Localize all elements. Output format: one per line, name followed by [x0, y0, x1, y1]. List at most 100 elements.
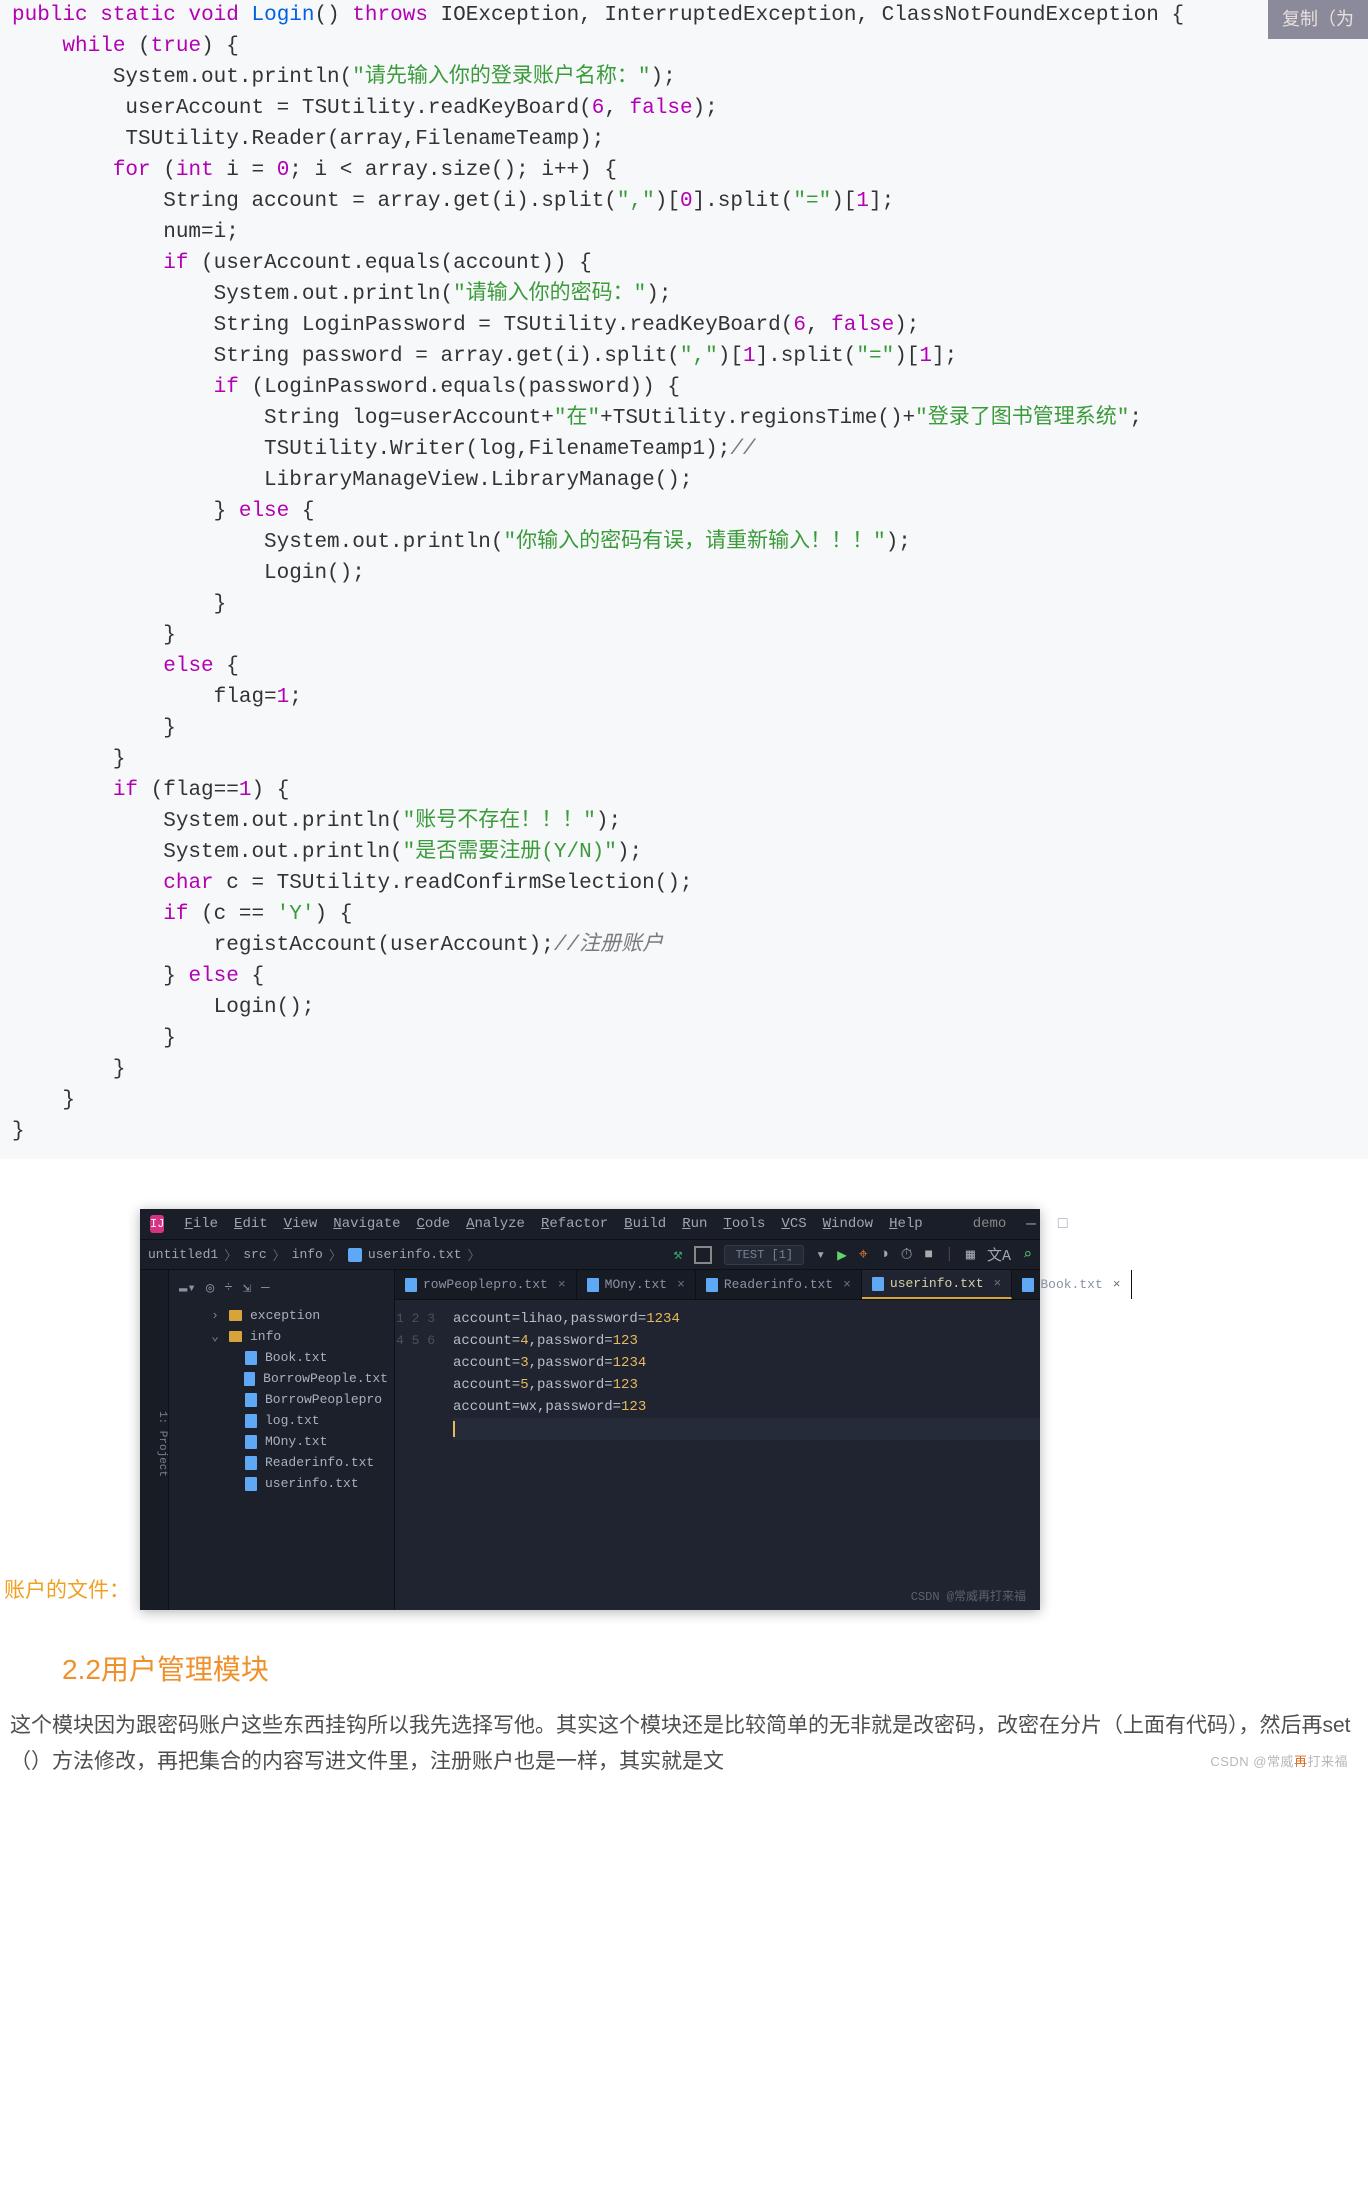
tree-collapse-icon[interactable]: ÷: [224, 1280, 232, 1297]
tree-file[interactable]: BorrowPeople.txt: [169, 1368, 394, 1389]
editor-tab[interactable]: rowPeoplepro.txt ×: [395, 1270, 577, 1299]
stop-icon[interactable]: ■: [925, 1247, 933, 1263]
editor-tab[interactable]: Book.txt ×: [1012, 1270, 1131, 1299]
tree-file[interactable]: userinfo.txt: [169, 1473, 394, 1494]
menu-vcs[interactable]: VCS: [781, 1216, 806, 1232]
project-rail[interactable]: 1: Project: [140, 1270, 169, 1610]
breadcrumb-seg[interactable]: userinfo.txt: [368, 1247, 462, 1262]
tree-label: BorrowPeople.txt: [263, 1371, 388, 1386]
breadcrumb-seg[interactable]: untitled1: [148, 1247, 218, 1262]
tree-file[interactable]: MOny.txt: [169, 1431, 394, 1452]
file-icon: [587, 1278, 599, 1292]
editor-tabs: rowPeoplepro.txt×MOny.txt×Readerinfo.txt…: [395, 1270, 1040, 1300]
menu-help[interactable]: Help: [889, 1216, 923, 1232]
run-config-chip[interactable]: TEST [1]: [724, 1245, 804, 1265]
tab-label: Book.txt: [1040, 1277, 1102, 1292]
ide-topbar: untitled1〉src〉info〉userinfo.txt〉 ⚒ TEST …: [140, 1239, 1040, 1270]
menu-analyze[interactable]: Analyze: [466, 1216, 525, 1232]
chevron-down-icon[interactable]: ▾: [816, 1245, 825, 1264]
debug-icon[interactable]: ⌖: [859, 1246, 868, 1264]
tab-label: MOny.txt: [605, 1277, 667, 1292]
section-heading: 2.2用户管理模块: [62, 1648, 1368, 1688]
tab-label: Readerinfo.txt: [724, 1277, 833, 1292]
file-icon: [245, 1477, 257, 1491]
chevron-icon: ⌄: [209, 1329, 221, 1344]
ide-titlebar: IJ File Edit View Navigate Code Analyze Refact…: [140, 1209, 1040, 1239]
copy-button[interactable]: 复制（为: [1268, 0, 1368, 39]
chevron-right-icon: 〉: [468, 1245, 481, 1264]
ide-caption: 账户的文件：: [0, 1574, 140, 1610]
search-icon[interactable]: ⌕: [1023, 1245, 1032, 1264]
minimize-icon[interactable]: —: [1026, 1215, 1036, 1233]
grid-icon[interactable]: ▦: [966, 1245, 975, 1264]
tree-file[interactable]: Readerinfo.txt: [169, 1452, 394, 1473]
folder-icon: [229, 1331, 242, 1342]
editor-tab[interactable]: Readerinfo.txt ×: [696, 1270, 862, 1299]
editor-tab[interactable]: userinfo.txt ×: [862, 1270, 1012, 1299]
tree-hide-icon[interactable]: —: [261, 1280, 269, 1297]
close-icon[interactable]: ×: [558, 1277, 566, 1292]
file-icon: [1022, 1278, 1034, 1292]
close-icon[interactable]: ×: [843, 1277, 851, 1292]
editor-tab[interactable]: MOny.txt ×: [577, 1270, 696, 1299]
run-icon[interactable]: ▶: [837, 1245, 847, 1265]
ide-menu: File Edit View Navigate Code Analyze Refactor B…: [184, 1216, 922, 1232]
tree-label: log.txt: [265, 1413, 320, 1428]
breadcrumb[interactable]: untitled1〉src〉info〉userinfo.txt〉: [148, 1245, 481, 1264]
close-icon[interactable]: ×: [994, 1276, 1002, 1291]
tree-file[interactable]: Book.txt: [169, 1347, 394, 1368]
project-tree: ▬▾ ◎ ÷ ⇲ — › exception ⌄ info Book.txt Borrow…: [169, 1270, 395, 1610]
menu-edit[interactable]: Edit: [234, 1216, 268, 1232]
chevron-right-icon: 〉: [329, 1245, 342, 1264]
breadcrumb-seg[interactable]: src: [243, 1247, 266, 1262]
ide-project-name: demo: [973, 1216, 1007, 1232]
tree-folder[interactable]: ⌄ info: [169, 1326, 394, 1347]
tree-file[interactable]: BorrowPeoplepro: [169, 1389, 394, 1410]
profiler-icon[interactable]: ⏱: [901, 1246, 913, 1264]
code-block: 复制（为public static void Login() throws IO…: [0, 0, 1368, 1159]
tree-folder-icon[interactable]: ▬▾: [179, 1280, 196, 1297]
menu-tools[interactable]: Tools: [723, 1216, 765, 1232]
tab-label: userinfo.txt: [890, 1276, 984, 1291]
maximize-icon[interactable]: □: [1058, 1215, 1068, 1233]
tree-folder[interactable]: › exception: [169, 1305, 394, 1326]
file-icon: [245, 1435, 257, 1449]
menu-refactor[interactable]: Refactor: [541, 1216, 608, 1232]
tree-label: exception: [250, 1308, 320, 1323]
ide-logo-icon: IJ: [150, 1215, 164, 1233]
config-icon[interactable]: [694, 1246, 712, 1264]
editor-gutter: 1 2 3 4 5 6: [395, 1300, 443, 1610]
file-icon: [706, 1278, 718, 1292]
menu-navigate[interactable]: Navigate: [333, 1216, 400, 1232]
tree-label: info: [250, 1329, 281, 1344]
menu-code[interactable]: Code: [417, 1216, 451, 1232]
menu-build[interactable]: Build: [624, 1216, 666, 1232]
build-icon[interactable]: ⚒: [673, 1245, 682, 1264]
breadcrumb-seg[interactable]: info: [292, 1247, 323, 1262]
file-icon: [405, 1278, 417, 1292]
file-icon: [245, 1393, 257, 1407]
file-icon: [245, 1351, 257, 1365]
close-icon[interactable]: ×: [677, 1277, 685, 1292]
page-watermark: CSDN @常威再打来福: [1210, 1744, 1348, 1780]
file-icon: [245, 1414, 257, 1428]
tab-label: rowPeoplepro.txt: [423, 1277, 548, 1292]
close-icon[interactable]: ×: [1113, 1277, 1121, 1292]
file-icon: [245, 1456, 257, 1470]
menu-run[interactable]: Run: [682, 1216, 707, 1232]
tree-expand-icon[interactable]: ⇲: [243, 1280, 251, 1297]
tree-target-icon[interactable]: ◎: [206, 1280, 214, 1297]
tree-label: userinfo.txt: [265, 1476, 359, 1491]
menu-file[interactable]: File: [184, 1216, 218, 1232]
editor-content[interactable]: account=lihao,password=1234account=4,pas…: [443, 1300, 1040, 1610]
chevron-right-icon: 〉: [224, 1245, 237, 1264]
menu-view[interactable]: View: [284, 1216, 318, 1232]
tree-label: Book.txt: [265, 1350, 327, 1365]
ide-window: IJ File Edit View Navigate Code Analyze Refact…: [140, 1209, 1040, 1610]
coverage-icon[interactable]: ◑: [880, 1246, 889, 1263]
menu-window[interactable]: Window: [823, 1216, 873, 1232]
tree-file[interactable]: log.txt: [169, 1410, 394, 1431]
file-icon: [872, 1277, 884, 1291]
chevron-icon: ›: [209, 1308, 221, 1323]
translate-icon[interactable]: 文A: [987, 1244, 1011, 1265]
